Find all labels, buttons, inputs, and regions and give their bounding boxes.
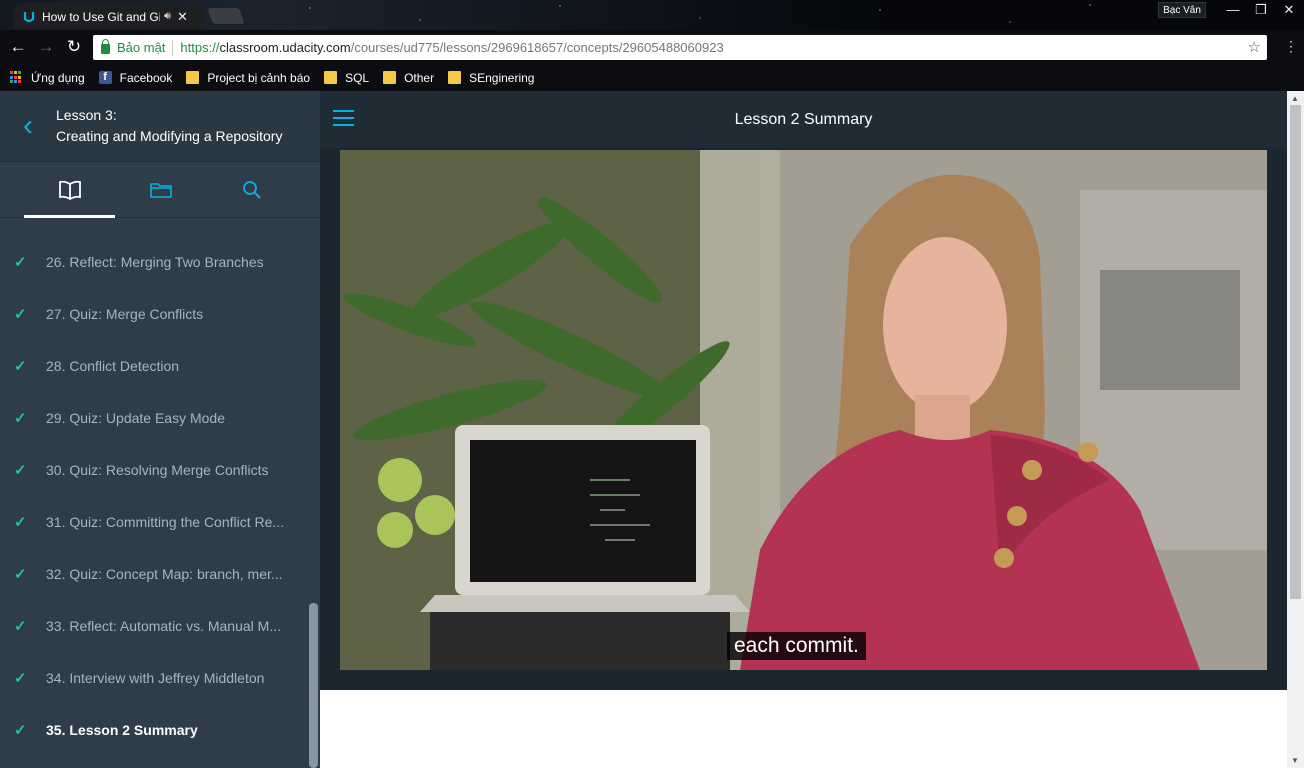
bookmark-label: Ứng dụng: [31, 70, 85, 85]
concept-label: 27. Quiz: Merge Conflicts: [46, 306, 204, 322]
bookmark-star-icon[interactable]: ☆: [1248, 38, 1261, 56]
bookmark-project[interactable]: Project bị cảnh báo: [186, 71, 310, 85]
bookmark-label: SEnginering: [469, 70, 535, 85]
back-chevron-icon[interactable]: ‹: [0, 111, 56, 141]
video-caption: each commit.: [727, 632, 866, 660]
bookmark-label: Project bị cảnh báo: [207, 70, 311, 85]
bookmark-senginering[interactable]: SEnginering: [448, 71, 534, 85]
scroll-up-icon[interactable]: ▲: [1291, 94, 1299, 103]
concept-item[interactable]: ✓ 27. Quiz: Merge Conflicts: [0, 288, 320, 340]
concept-label: 32. Quiz: Concept Map: branch, mer...: [46, 566, 283, 582]
browser-tab-active[interactable]: How to Use Git and GitHub 🔊︎ ✕: [14, 3, 204, 30]
hamburger-menu-icon[interactable]: [333, 110, 354, 126]
reload-icon[interactable]: ↻: [60, 37, 88, 57]
check-icon: ✓: [14, 566, 27, 583]
book-icon: [58, 180, 81, 200]
folder-icon: [149, 182, 172, 198]
speaker-icon[interactable]: 🔊︎: [164, 10, 171, 23]
classroom-header: Lesson 2 Summary: [320, 91, 1287, 148]
concept-item-current[interactable]: ✓ 35. Lesson 2 Summary: [0, 704, 320, 756]
check-icon: ✓: [14, 358, 27, 375]
concept-label: 34. Interview with Jeffrey Middleton: [46, 670, 265, 686]
check-icon: ✓: [14, 306, 27, 323]
url-host: classroom.udacity.com: [219, 40, 351, 55]
concept-item[interactable]: ✓ 33. Reflect: Automatic vs. Manual M...: [0, 600, 320, 652]
bookmark-label: SQL: [345, 70, 370, 85]
concept-item[interactable]: ✓ 30. Quiz: Resolving Merge Conflicts: [0, 444, 320, 496]
concept-item[interactable]: ✓ 32. Quiz: Concept Map: branch, mer...: [0, 548, 320, 600]
bookmark-sql[interactable]: SQL: [324, 71, 369, 85]
browser-toolbar: ← → ↻ Bảo mật https://classroom.udacity.…: [0, 30, 1304, 64]
bookmark-facebook[interactable]: f Facebook: [98, 70, 173, 85]
lesson-name: Creating and Modifying a Repository: [56, 128, 283, 144]
video-frame: [340, 150, 1267, 670]
url-path: /courses/ud775/lessons/2969618657/concep…: [350, 40, 724, 55]
search-icon: [242, 180, 261, 199]
minimize-icon[interactable]: —: [1224, 2, 1242, 18]
check-icon: ✓: [14, 722, 27, 739]
facebook-icon: f: [98, 71, 112, 84]
check-icon: ✓: [14, 254, 27, 271]
concept-item[interactable]: ✓ 28. Conflict Detection: [0, 340, 320, 392]
bookmark-label: Other: [404, 70, 435, 85]
tab-resources[interactable]: [115, 162, 206, 217]
url-protocol: https://: [180, 40, 220, 55]
folder-icon: [383, 71, 397, 84]
concept-item[interactable]: ✓ 26. Reflect: Merging Two Branches: [0, 236, 320, 288]
bookmark-apps[interactable]: Ứng dụng: [10, 71, 85, 85]
concept-list: ✓ 26. Reflect: Merging Two Branches ✓ 27. …: [0, 218, 320, 756]
check-icon: ✓: [14, 618, 27, 635]
concept-label: 31. Quiz: Committing the Conflict Re...: [46, 514, 285, 530]
tab-close-icon[interactable]: ✕: [177, 9, 188, 25]
omnibox-divider: [172, 39, 174, 56]
check-icon: ✓: [14, 514, 27, 531]
bookmark-other[interactable]: Other: [383, 71, 434, 85]
bookmarks-bar: Ứng dụng f Facebook Project bị cảnh báo …: [0, 64, 1304, 91]
restore-icon[interactable]: ❐: [1252, 2, 1270, 18]
video-player[interactable]: each commit.: [340, 150, 1267, 670]
udacity-logo-icon: [23, 11, 35, 22]
apps-grid-icon: [10, 71, 23, 84]
content-below-video: [320, 690, 1287, 768]
bookmark-label: Facebook: [119, 70, 173, 85]
check-icon: ✓: [14, 670, 27, 687]
concept-label: 26. Reflect: Merging Two Branches: [46, 254, 264, 270]
tab-title: How to Use Git and GitHub: [42, 9, 160, 24]
sidebar-scrollbar[interactable]: [309, 603, 318, 768]
folder-icon: [448, 71, 462, 84]
folder-icon: [324, 71, 338, 84]
concept-label: 29. Quiz: Update Easy Mode: [46, 410, 225, 426]
page-scrollbar[interactable]: ▲ ▼: [1287, 91, 1304, 768]
lesson-number: Lesson 3:: [56, 107, 117, 123]
security-label: Bảo mật: [117, 40, 166, 55]
lesson-header: ‹ Lesson 3: Creating and Modifying a Rep…: [0, 91, 320, 162]
tab-concepts[interactable]: [24, 162, 115, 218]
page-title: Lesson 2 Summary: [734, 110, 873, 128]
forward-arrow-icon[interactable]: →: [32, 37, 60, 57]
concept-label: 33. Reflect: Automatic vs. Manual M...: [46, 618, 281, 634]
concept-item[interactable]: ✓ 29. Quiz: Update Easy Mode: [0, 392, 320, 444]
browser-title-bar: How to Use Git and GitHub 🔊︎ ✕ Bạc Vân —…: [0, 0, 1304, 30]
video-container: each commit.: [320, 148, 1287, 690]
concept-label: 35. Lesson 2 Summary: [46, 722, 198, 738]
folder-icon: [186, 71, 200, 84]
tab-search[interactable]: [206, 162, 297, 217]
concept-item[interactable]: ✓ 34. Interview with Jeffrey Middleton: [0, 652, 320, 704]
page-scroll-thumb[interactable]: [1290, 105, 1301, 599]
scroll-down-icon[interactable]: ▼: [1291, 756, 1299, 765]
address-bar[interactable]: Bảo mật https://classroom.udacity.com/co…: [93, 35, 1267, 60]
close-window-icon[interactable]: ✕: [1280, 2, 1298, 18]
sidebar-tabs: [0, 162, 320, 218]
lesson-sidebar: ‹ Lesson 3: Creating and Modifying a Rep…: [0, 91, 320, 768]
lock-icon: [101, 38, 110, 54]
menu-icon[interactable]: ⋮: [1284, 38, 1298, 55]
new-tab-button[interactable]: [207, 8, 245, 24]
concept-label: 28. Conflict Detection: [46, 358, 180, 374]
back-arrow-icon[interactable]: ←: [4, 37, 32, 57]
check-icon: ✓: [14, 410, 27, 427]
check-icon: ✓: [14, 462, 27, 479]
concept-item[interactable]: ✓ 31. Quiz: Committing the Conflict Re...: [0, 496, 320, 548]
concept-label: 30. Quiz: Resolving Merge Conflicts: [46, 462, 269, 478]
profile-name[interactable]: Bạc Vân: [1158, 2, 1206, 18]
